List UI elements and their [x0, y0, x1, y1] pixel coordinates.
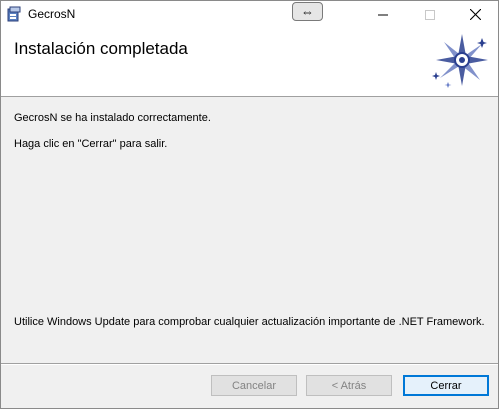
maximize-icon [425, 9, 435, 20]
minimize-icon [378, 14, 388, 15]
install-success-text: GecrosN se ha instalado correctamente. [14, 112, 211, 124]
restore-size-button[interactable]: ⇔ [292, 2, 323, 21]
sparkle-logo-icon [432, 34, 488, 88]
close-window-button[interactable] [452, 1, 498, 28]
page-title: Instalación completada [14, 39, 188, 58]
windows-update-notice: Utilice Windows Update para comprobar cu… [14, 316, 485, 328]
maximize-button [407, 1, 453, 28]
back-button: < Atrás [306, 375, 392, 396]
title-bar[interactable]: GecrosN ⇔ [1, 1, 498, 28]
footer-divider [1, 363, 498, 365]
installer-app-icon [7, 6, 21, 22]
header-banner: Instalación completada [1, 28, 498, 97]
close-icon [469, 9, 481, 20]
close-instruction-text: Haga clic en "Cerrar" para salir. [14, 138, 168, 150]
window-title: GecrosN [28, 7, 76, 21]
close-button[interactable]: Cerrar [403, 375, 489, 396]
cancel-button: Cancelar [211, 375, 297, 396]
installer-window: GecrosN ⇔ Instalación completada GecrosN… [0, 0, 499, 409]
minimize-button[interactable] [360, 1, 406, 28]
double-arrow-icon: ⇔ [301, 4, 314, 19]
